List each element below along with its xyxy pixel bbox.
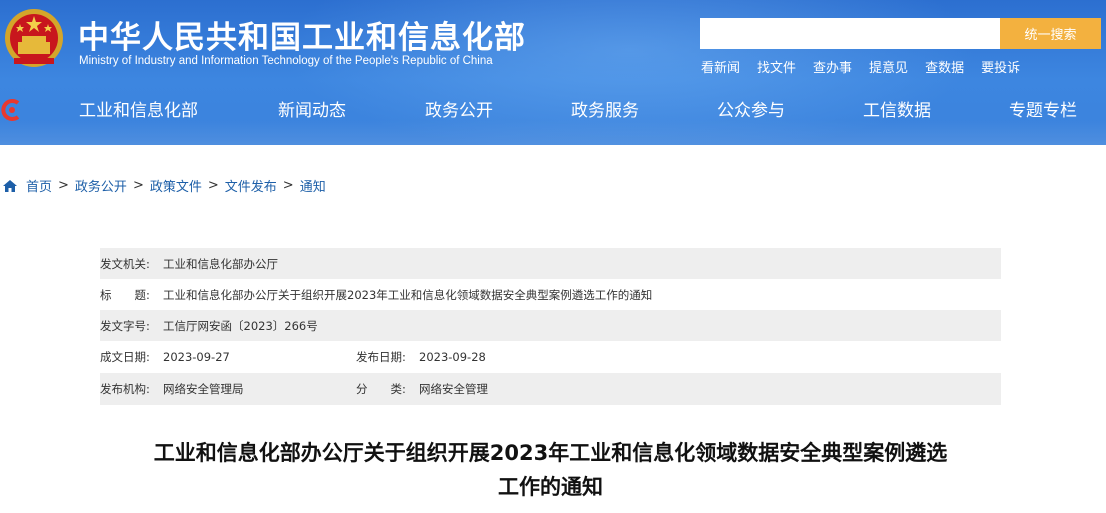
title-label: 标 题: [100,287,150,302]
site-header: 中华人民共和国工业和信息化部 Ministry of Industry and … [0,0,1106,145]
category-label: 分 类: [356,382,406,396]
nav-item-public-participation[interactable]: 公众参与 [717,96,785,121]
national-emblem-icon[interactable] [4,6,64,72]
quick-link-files[interactable]: 找文件 [757,57,796,76]
info-row-title: 标 题: 工业和信息化部办公厅关于组织开展2023年工业和信息化领域数据安全典型… [100,279,1001,310]
category-cell: 分 类: 网络安全管理 [356,381,488,397]
written-date-label: 成文日期: [100,350,150,364]
nav-item-miit-data[interactable]: 工信数据 [863,96,931,121]
breadcrumb-home[interactable]: 首页 [26,176,52,195]
breadcrumb-separator: > [58,178,69,193]
breadcrumb-separator: > [282,178,294,193]
quick-link-services[interactable]: 查办事 [813,57,852,76]
breadcrumb-separator: > [207,178,219,193]
quick-link-complaint[interactable]: 要投诉 [981,57,1020,76]
quick-link-news[interactable]: 看新闻 [701,57,740,76]
issuer-label: 发文机关: [100,256,150,271]
agency-value: 网络安全管理局 [163,382,244,396]
doc-no-label: 发文字号: [100,318,150,333]
category-value: 网络安全管理 [419,382,488,396]
breadcrumb-gov-affairs[interactable]: 政务公开 [75,176,127,195]
article-title-line-2: 工作的通知 [498,475,603,499]
info-row-doc-no: 发文字号: 工信厅网安函〔2023〕266号 [100,310,1001,341]
document-info-table: 发文机关: 工业和信息化部办公厅 标 题: 工业和信息化部办公厅关于组织开展20… [100,248,1001,405]
title-value: 工业和信息化部办公厅关于组织开展2023年工业和信息化领域数据安全典型案例遴选工… [163,287,653,302]
breadcrumb-separator: > [132,178,144,193]
info-row-issuer: 发文机关: 工业和信息化部办公厅 [100,248,1001,279]
written-date-value: 2023-09-27 [163,350,230,364]
site-title: 中华人民共和国工业和信息化部 [78,20,526,56]
agency-label: 发布机构: [100,382,150,396]
nav-item-gov-services[interactable]: 政务服务 [571,96,639,121]
published-date-cell: 发布日期: 2023-09-28 [356,349,486,365]
nav-item-special-topics[interactable]: 专题专栏 [1009,96,1077,121]
quick-link-feedback[interactable]: 提意见 [869,57,908,76]
published-date-value: 2023-09-28 [419,350,486,364]
search-button[interactable]: 统一搜索 [1000,18,1101,49]
breadcrumb-policy-docs[interactable]: 政策文件 [150,176,202,195]
breadcrumb: 首页 > 政务公开 > 政策文件 > 文件发布 > 通知 [2,176,326,195]
info-row-agency: 发布机构: 网络安全管理局 分 类: 网络安全管理 [100,373,1001,405]
agency-cell: 发布机构: 网络安全管理局 [100,381,356,397]
nav-item-gov-affairs[interactable]: 政务公开 [425,96,493,121]
written-date-cell: 成文日期: 2023-09-27 [100,349,356,365]
nav-item-news[interactable]: 新闻动态 [278,96,346,121]
breadcrumb-notice[interactable]: 通知 [300,176,326,195]
article-title: 工业和信息化部办公厅关于组织开展2023年工业和信息化领域数据安全典型案例遴选 … [100,436,1001,504]
doc-no-value: 工信厅网安函〔2023〕266号 [163,318,318,333]
info-row-dates: 成文日期: 2023-09-27 发布日期: 2023-09-28 [100,341,1001,373]
published-date-label: 发布日期: [356,350,406,364]
search-input[interactable] [700,18,1000,49]
main-nav: 工业和信息化部 新闻动态 政务公开 政务服务 公众参与 工信数据 专题专栏 [0,96,1106,126]
nav-item-miit[interactable]: 工业和信息化部 [79,96,198,121]
home-icon[interactable] [2,179,18,193]
quick-links: 看新闻 找文件 查办事 提意见 查数据 要投诉 [701,57,1037,76]
issuer-value: 工业和信息化部办公厅 [163,256,278,271]
article-title-line-1: 工业和信息化部办公厅关于组织开展2023年工业和信息化领域数据安全典型案例遴选 [153,441,948,465]
breadcrumb-doc-release[interactable]: 文件发布 [225,176,277,195]
site-subtitle: Ministry of Industry and Information Tec… [79,55,493,67]
quick-link-data[interactable]: 查数据 [925,57,964,76]
